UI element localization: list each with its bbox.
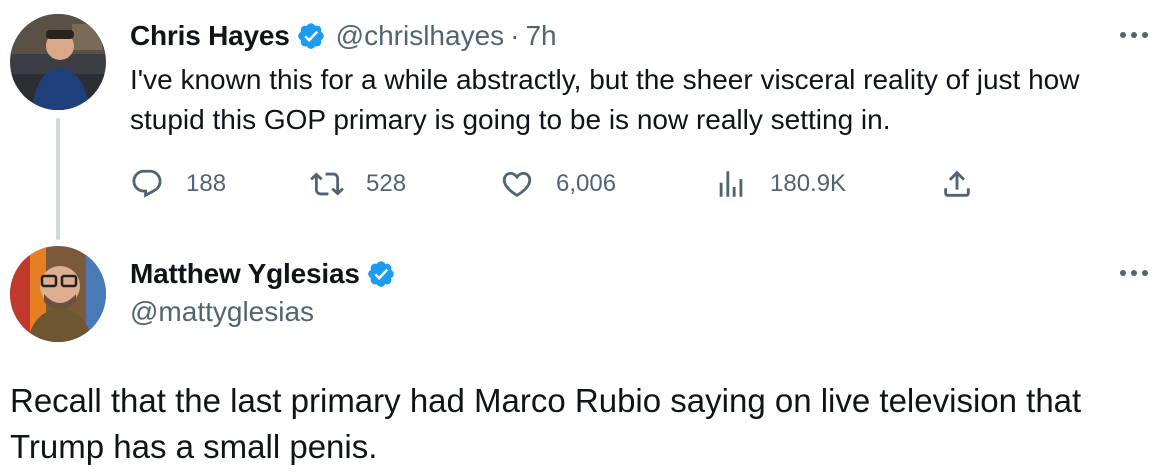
more-options-icon[interactable] — [1114, 20, 1154, 50]
analytics-icon — [719, 171, 743, 197]
tweet-timestamp[interactable]: 7h — [525, 20, 556, 52]
retweet-count: 528 — [366, 170, 407, 197]
tweet-text: I've known this for a while abstractly, … — [130, 64, 1080, 135]
share-button[interactable] — [940, 162, 974, 206]
separator-dot: · — [510, 20, 520, 51]
reply-button[interactable]: 188 — [130, 162, 226, 206]
tweet-header: Matthew Yglesias — [130, 254, 396, 294]
author-handle[interactable]: @chrislhayes — [336, 20, 504, 52]
like-count: 6,006 — [556, 170, 617, 197]
views-button[interactable]: 180.9K — [714, 162, 846, 206]
more-options-icon[interactable] — [1114, 258, 1154, 288]
retweet-button[interactable]: 528 — [310, 162, 406, 206]
thread-connector-line — [56, 118, 60, 240]
author-name[interactable]: Chris Hayes — [130, 20, 290, 52]
reply-count: 188 — [186, 170, 227, 197]
tweet-text: Recall that the last primary had Marco R… — [10, 382, 1082, 465]
verified-badge-icon[interactable] — [366, 259, 396, 289]
view-count: 180.9K — [770, 170, 847, 197]
share-icon — [944, 170, 970, 197]
avatar-matthew-yglesias[interactable] — [10, 246, 106, 342]
tweet-header: Chris Hayes @chrislhayes · 7h — [130, 16, 557, 56]
like-button[interactable]: 6,006 — [500, 162, 616, 206]
reply-icon — [132, 169, 162, 198]
author-handle[interactable]: @mattyglesias — [130, 296, 314, 328]
avatar-chris-hayes[interactable] — [10, 14, 106, 110]
heart-icon — [502, 171, 532, 197]
retweet-icon — [310, 172, 344, 196]
author-name[interactable]: Matthew Yglesias — [130, 258, 360, 290]
verified-badge-icon[interactable] — [296, 21, 326, 51]
